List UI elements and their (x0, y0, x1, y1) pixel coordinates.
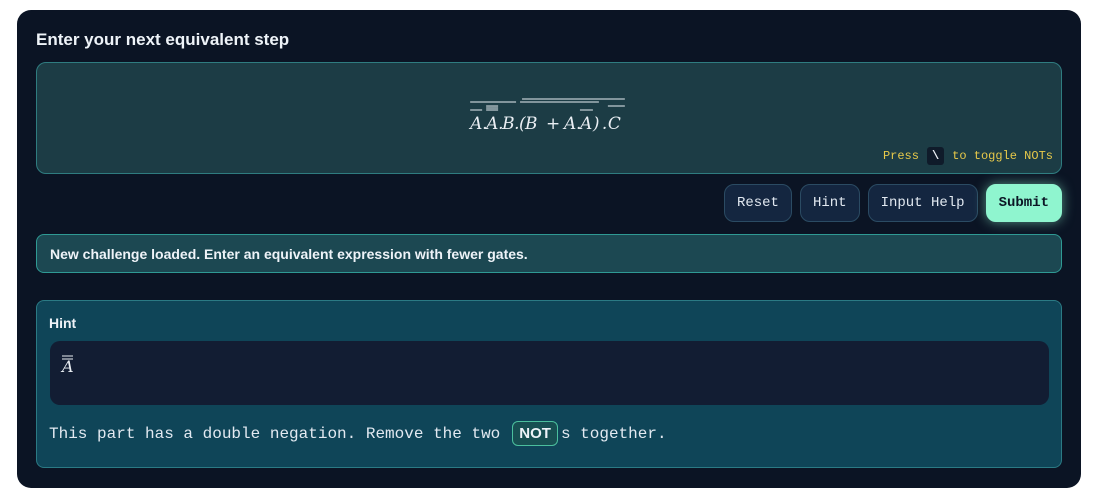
step-input-panel: Enter your next equivalent step A . A . … (17, 10, 1081, 488)
expr-dot-5: . (602, 113, 607, 133)
expression-editor[interactable]: A . A . B . ( B + A . A ) . C Press \ to… (36, 62, 1062, 174)
hint-expression-box: A (50, 341, 1049, 405)
reset-button[interactable]: Reset (723, 184, 792, 222)
expr-plus: + (546, 113, 560, 133)
toggle-hint-suffix: to toggle NOTs (952, 149, 1053, 163)
action-buttons: Reset Hint Input Help Submit (723, 184, 1062, 222)
expr-term-b1: B (501, 113, 514, 133)
hint-title: Hint (49, 315, 77, 331)
expr-paren-close: ) (592, 113, 600, 133)
expr-term-a4: A (578, 113, 592, 133)
negation-bars (470, 98, 625, 111)
not-gate-chip: NOT (512, 421, 558, 446)
toggle-hint-prefix: Press (882, 149, 919, 163)
expr-term-b2: B (524, 113, 537, 133)
hint-expression: A (60, 355, 74, 376)
hint-expression-term: A (60, 357, 74, 376)
expr-term-c: C (608, 113, 621, 133)
panel-title: Enter your next equivalent step (36, 30, 290, 49)
input-help-button[interactable]: Input Help (867, 184, 978, 222)
expr-term-a2: A (484, 113, 498, 133)
expression-rendering[interactable]: A . A . B . ( B + A . A ) . C (37, 93, 1061, 137)
hint-button[interactable]: Hint (799, 184, 860, 222)
hint-explanation: This part has a double negation. Remove … (49, 421, 667, 446)
hint-text-after: s together. (560, 424, 667, 443)
hint-text-before: This part has a double negation. Remove … (49, 424, 501, 443)
expr-term-a1: A (468, 113, 482, 133)
backslash-key: \ (926, 147, 945, 165)
expr-term-a3: A (562, 113, 576, 133)
submit-button[interactable]: Submit (985, 184, 1062, 222)
status-message: New challenge loaded. Enter an equivalen… (36, 234, 1062, 273)
toggle-not-hint: Press \ to toggle NOTs (883, 147, 1053, 165)
hint-panel: Hint A This part has a double negation. … (36, 300, 1062, 468)
